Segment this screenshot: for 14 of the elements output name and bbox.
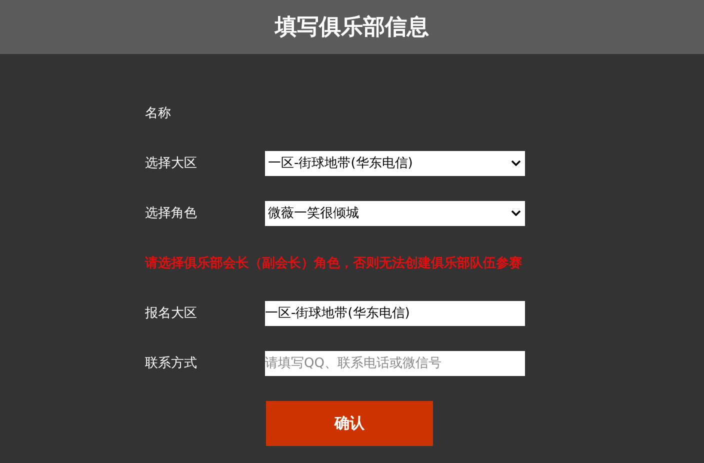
warning-text: 请选择俱乐部会长（副会长）角色，否则无法创建俱乐部队伍参赛 [145,254,522,272]
confirm-button[interactable]: 确认 [266,401,433,446]
chevron-icon [511,160,521,166]
field-label: 联系方式 [145,355,198,372]
field-label: 选择角色 [145,205,198,222]
field-label: 选择大区 [145,155,198,172]
input-field[interactable]: 一区-街球地带(华东电信) [265,300,525,326]
page-title: 填写俱乐部信息 [275,14,429,42]
field-label: 名称 [145,105,172,122]
select-field[interactable]: 一区-街球地带(华东电信) [265,150,525,176]
select-field[interactable]: 微薇一笑很倾城 [265,200,525,226]
input-field[interactable]: 请填写QQ、联系电话或微信号 [265,350,525,376]
field-label: 报名大区 [145,305,198,322]
chevron-icon [511,210,521,216]
